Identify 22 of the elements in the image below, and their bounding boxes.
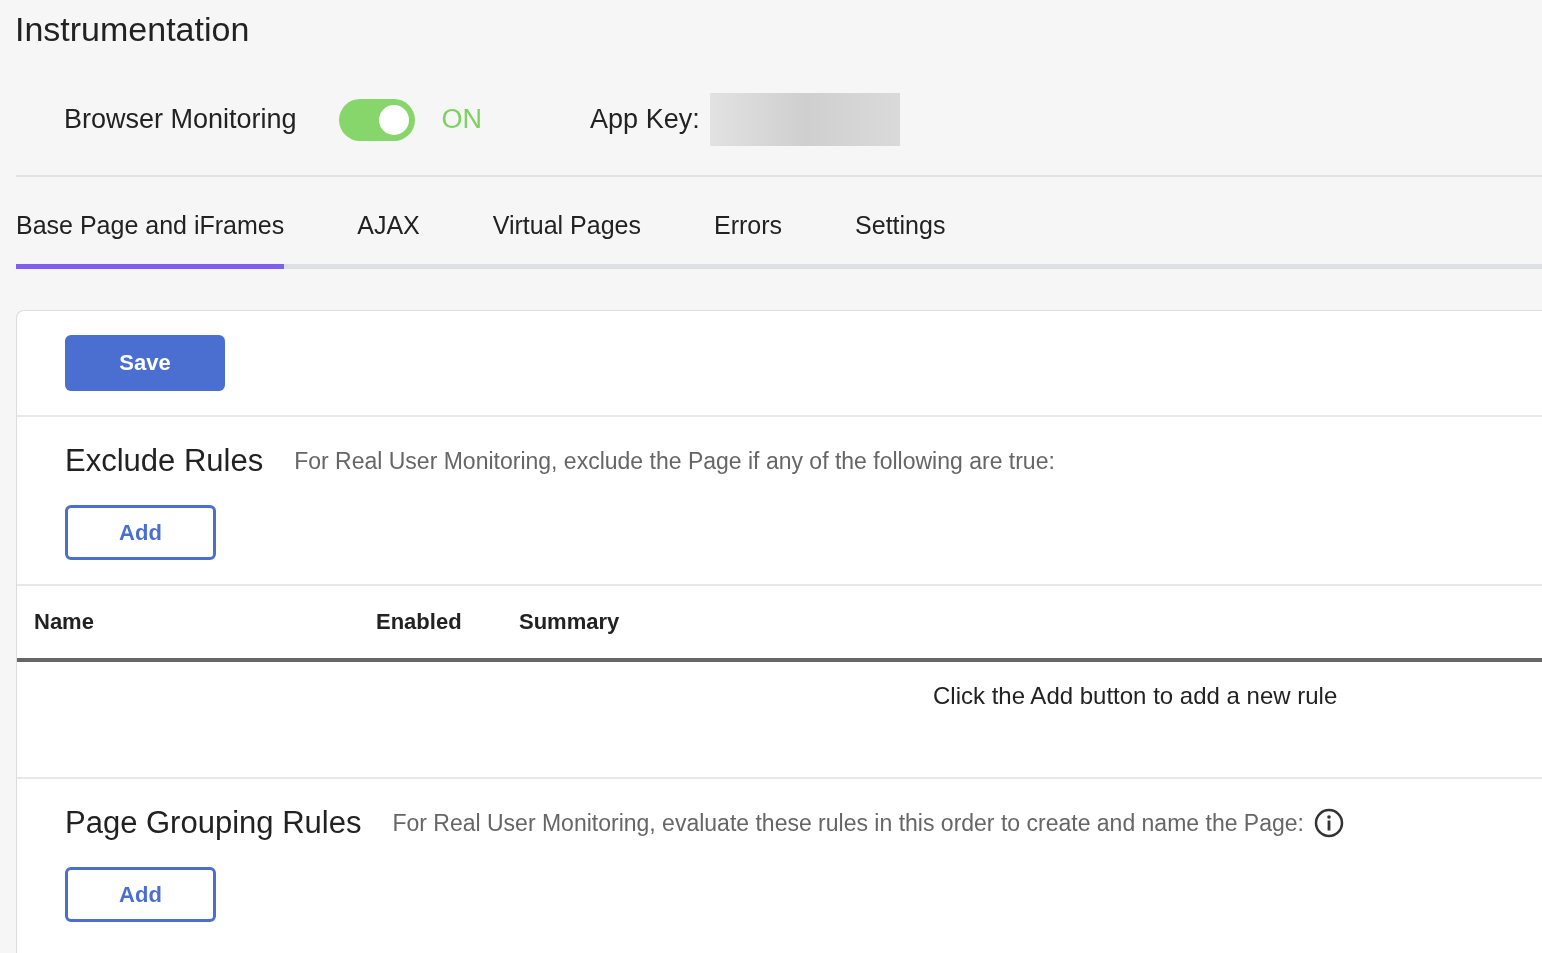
section-title: Exclude Rules	[65, 443, 264, 479]
save-button[interactable]: Save	[65, 335, 225, 391]
info-icon[interactable]	[1313, 808, 1344, 838]
browser-monitoring-label: Browser Monitoring	[64, 104, 297, 135]
tab[interactable]: Virtual Pages	[492, 189, 641, 269]
add-button[interactable]: Add	[65, 867, 216, 922]
tab[interactable]: Settings	[855, 189, 946, 269]
section-description: For Real User Monitoring, exclude the Page if any of the following are true:	[294, 447, 1055, 475]
section-title: Page Grouping Rules	[65, 805, 362, 841]
toggle-state-label: ON	[441, 104, 483, 135]
page-title: Instrumentation	[15, 10, 251, 49]
empty-table-message: Click the Add button to add a new rule	[933, 682, 1338, 710]
column-header: Name	[34, 609, 95, 635]
monitoring-toggle[interactable]	[338, 98, 415, 141]
tab[interactable]: AJAX	[357, 189, 420, 269]
column-header: Enabled	[376, 609, 463, 635]
tab[interactable]: Errors	[714, 189, 783, 269]
tab[interactable]: Base Page and iFrames	[16, 189, 285, 269]
section-description: For Real User Monitoring, evaluate these rules in this order to create and name the Page:	[392, 809, 1304, 837]
add-button[interactable]: Add	[65, 505, 216, 560]
column-header: Summary	[519, 609, 620, 635]
app-key-label: App Key:	[590, 104, 700, 135]
